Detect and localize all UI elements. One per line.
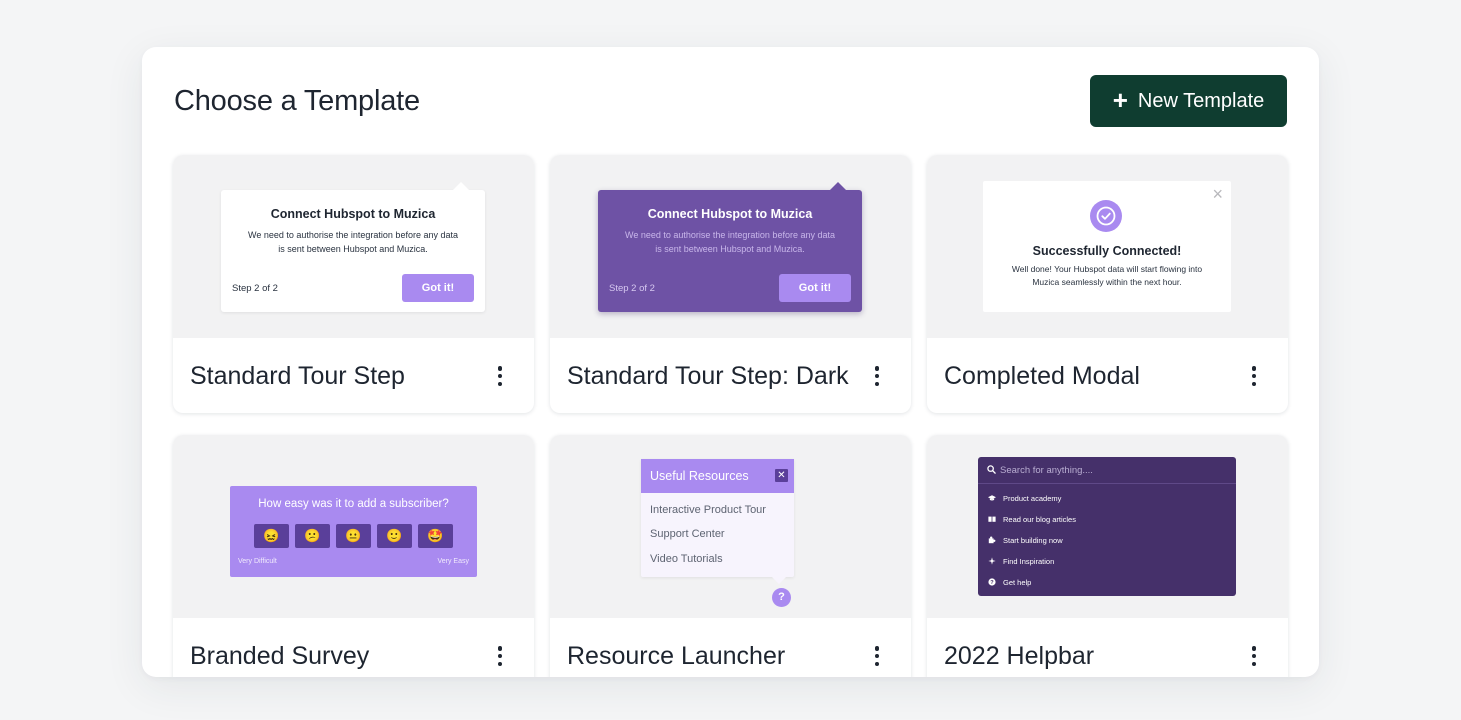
tour-step-dark-preview: Connect Hubspot to Muzica We need to aut… — [598, 182, 862, 312]
search-placeholder: Search for anything.... — [1000, 465, 1093, 476]
resource-launcher-preview: Useful Resources ✕ Interactive Product T… — [641, 459, 794, 584]
tooltip-caret — [453, 182, 469, 190]
search-icon — [987, 465, 996, 474]
helpbar-item-label: Read our blog articles — [1003, 514, 1076, 524]
more-options-icon[interactable] — [494, 364, 506, 388]
template-card-branded-survey[interactable]: How easy was it to add a subscriber? 😖 😕… — [173, 435, 534, 677]
helpbar-item: Start building now — [988, 534, 1063, 546]
check-circle-icon — [1090, 200, 1122, 232]
template-preview: Search for anything.... Product academy … — [927, 435, 1288, 618]
more-options-icon[interactable] — [871, 364, 883, 388]
plus-icon: + — [1112, 85, 1128, 115]
helpbar-item: Find Inspiration — [988, 555, 1054, 567]
popover-caret — [772, 577, 786, 584]
survey-preview: How easy was it to add a subscriber? 😖 😕… — [230, 486, 477, 577]
emoji-rating-3: 😐 — [336, 524, 371, 548]
emoji-rating-1: 😖 — [254, 524, 289, 548]
template-preview: How easy was it to add a subscriber? 😖 😕… — [173, 435, 534, 618]
tour-step-preview: Connect Hubspot to Muzica We need to aut… — [221, 182, 485, 312]
new-template-button[interactable]: + New Template — [1090, 75, 1287, 127]
tour-body: We need to authorise the integration bef… — [248, 230, 458, 254]
helpbar-item-label: Start building now — [1003, 535, 1063, 545]
resource-heading: Useful Resources — [650, 469, 749, 483]
template-title: Completed Modal — [944, 362, 1140, 390]
helpbar-item-label: Find Inspiration — [1003, 556, 1055, 566]
help-launcher-icon: ? — [772, 588, 791, 607]
template-chooser-panel: Choose a Template + New Template Connect… — [142, 47, 1319, 677]
template-card-standard-tour-step-dark[interactable]: Connect Hubspot to Muzica We need to aut… — [550, 155, 911, 413]
page-title: Choose a Template — [174, 85, 420, 117]
more-options-icon[interactable] — [871, 644, 883, 668]
resource-header: Useful Resources ✕ — [641, 459, 794, 493]
template-title: 2022 Helpbar — [944, 642, 1095, 670]
helpbar-item: Product academy — [988, 492, 1061, 504]
template-title: Resource Launcher — [567, 642, 786, 670]
template-preview: Useful Resources ✕ Interactive Product T… — [550, 435, 911, 618]
resource-item: Support Center — [650, 528, 725, 540]
template-title: Standard Tour Step: Dark — [567, 362, 849, 390]
template-preview: Connect Hubspot to Muzica We need to aut… — [173, 155, 534, 338]
tour-heading: Connect Hubspot to Muzica — [647, 207, 813, 221]
tour-heading: Connect Hubspot to Muzica — [270, 207, 436, 221]
sparkle-icon — [988, 557, 996, 565]
helpbar-item-label: Get help — [1003, 577, 1032, 587]
emoji-rating-5: 🤩 — [418, 524, 453, 548]
modal-heading: Successfully Connected! — [1032, 244, 1182, 258]
template-preview: × Successfully Connected! Well done! You… — [927, 155, 1288, 338]
got-it-button: Got it! — [779, 274, 851, 302]
svg-text:?: ? — [990, 580, 994, 586]
template-title: Branded Survey — [190, 642, 370, 670]
template-title: Standard Tour Step — [190, 362, 405, 390]
modal-body: Well done! Your Hubspot data will start … — [1011, 264, 1203, 287]
tour-body: We need to authorise the integration bef… — [625, 230, 835, 254]
template-card-standard-tour-step[interactable]: Connect Hubspot to Muzica We need to aut… — [173, 155, 534, 413]
emoji-rating-4: 🙂 — [377, 524, 412, 548]
completed-modal-preview: × Successfully Connected! Well done! You… — [983, 181, 1231, 312]
more-options-icon[interactable] — [1248, 364, 1260, 388]
helpbar-item: ? Get help — [988, 576, 1031, 588]
puzzle-icon — [988, 536, 996, 544]
close-icon: ✕ — [775, 469, 788, 482]
scale-low-label: Very Difficult — [238, 558, 277, 565]
tooltip-caret — [830, 182, 846, 190]
tour-step-counter: Step 2 of 2 — [232, 283, 278, 294]
resource-item: Interactive Product Tour — [650, 504, 766, 516]
helpbar-item: Read our blog articles — [988, 513, 1076, 525]
scale-high-label: Very Easy — [437, 558, 469, 565]
emoji-rating-row: 😖 😕 😐 🙂 🤩 — [254, 524, 453, 548]
new-template-label: New Template — [1137, 89, 1265, 112]
resource-item: Video Tutorials — [650, 553, 723, 565]
template-card-2022-helpbar[interactable]: Search for anything.... Product academy … — [927, 435, 1288, 677]
template-preview: Connect Hubspot to Muzica We need to aut… — [550, 155, 911, 338]
graduation-cap-icon — [988, 495, 996, 501]
helpbar-search: Search for anything.... — [978, 457, 1236, 484]
survey-question: How easy was it to add a subscriber? — [258, 498, 449, 510]
helpbar-preview: Search for anything.... Product academy … — [978, 457, 1236, 596]
template-card-resource-launcher[interactable]: Useful Resources ✕ Interactive Product T… — [550, 435, 911, 677]
template-card-completed-modal[interactable]: × Successfully Connected! Well done! You… — [927, 155, 1288, 413]
helpbar-item-label: Product academy — [1003, 493, 1062, 503]
book-icon — [988, 516, 996, 522]
tour-step-counter: Step 2 of 2 — [609, 283, 655, 294]
got-it-button: Got it! — [402, 274, 474, 302]
question-circle-icon: ? — [988, 578, 996, 586]
emoji-rating-2: 😕 — [295, 524, 330, 548]
more-options-icon[interactable] — [1248, 644, 1260, 668]
close-icon: × — [1212, 184, 1223, 204]
more-options-icon[interactable] — [494, 644, 506, 668]
